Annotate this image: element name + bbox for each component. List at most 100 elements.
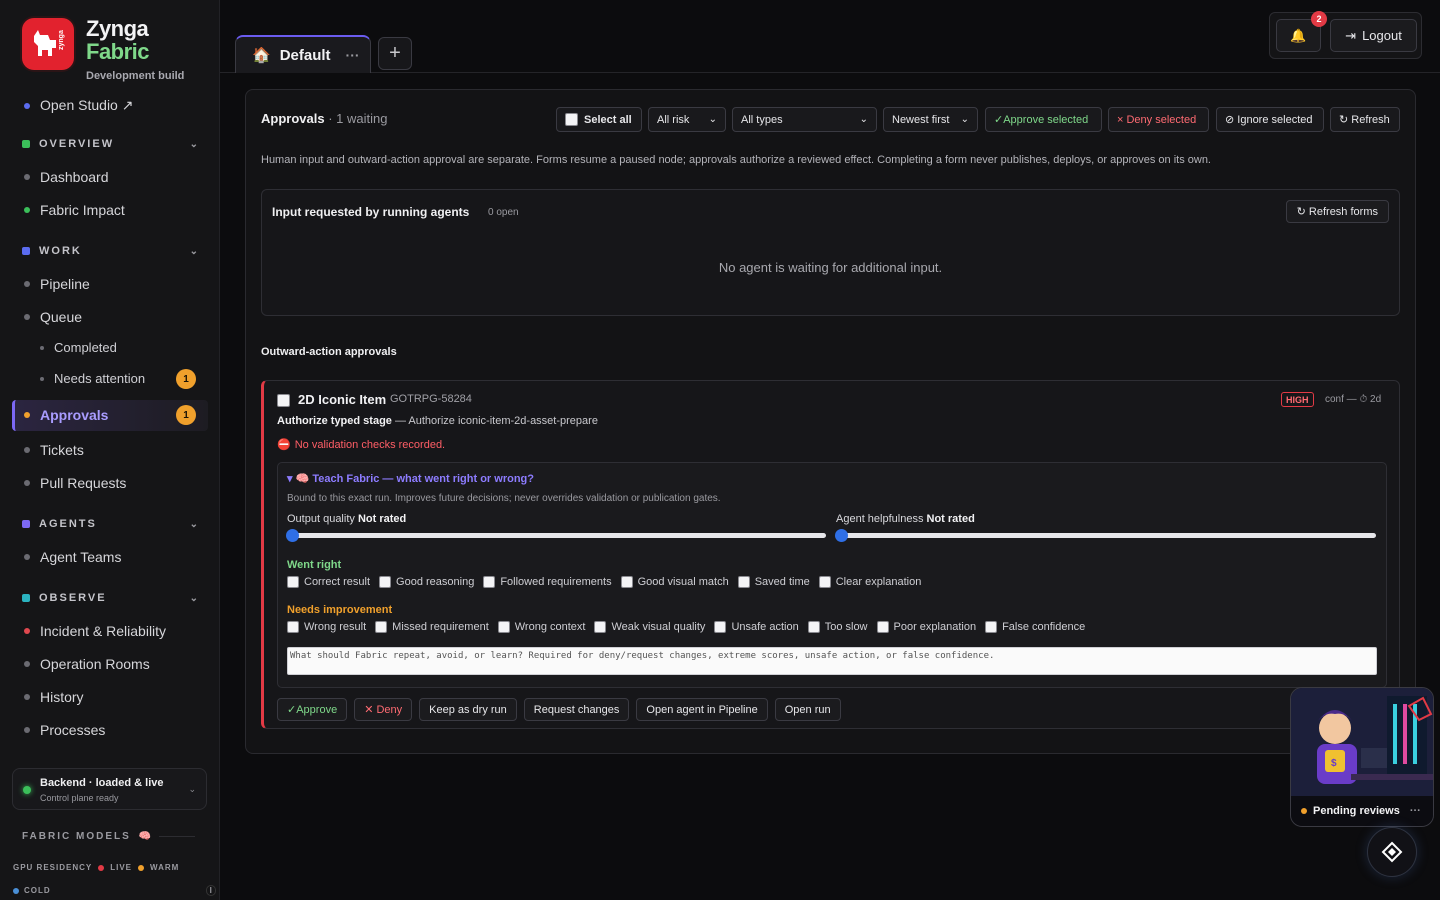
add-tab-button[interactable]: + [378, 37, 412, 70]
open-pipeline-button[interactable]: Open agent in Pipeline [636, 698, 768, 721]
sidebar-item-agent-teams[interactable]: Agent Teams [24, 549, 121, 565]
needs-improvement-option[interactable]: Unsafe action [714, 621, 799, 633]
sidebar-item-needs-attention[interactable]: Needs attention [40, 371, 145, 386]
checkbox-icon[interactable] [483, 576, 496, 588]
sidebar-item-queue[interactable]: Queue [24, 309, 82, 325]
checkbox-icon[interactable] [985, 621, 998, 633]
teach-fabric-description: Bound to this exact run. Improves future… [287, 493, 721, 504]
needs-improvement-option[interactable]: Missed requirement [375, 621, 489, 633]
sidebar-item-label: Operation Rooms [40, 656, 150, 672]
helpfulness-text: Agent helpfulness [836, 513, 924, 525]
svg-text:zynga: zynga [58, 30, 65, 50]
deny-button[interactable]: ✕ Deny [354, 698, 413, 721]
section-agents[interactable]: AGENTS ⌄ [22, 518, 198, 530]
approval-actions: ✓Approve ✕ Deny Keep as dry run Request … [277, 698, 841, 721]
went-right-option[interactable]: Good visual match [620, 576, 729, 588]
sidebar-item-processes[interactable]: Processes [24, 722, 105, 738]
sidebar-item-incident[interactable]: Incident & Reliability [24, 623, 166, 639]
sidebar-item-approvals[interactable]: Approvals [24, 407, 108, 423]
checkbox-icon[interactable] [287, 576, 299, 588]
went-right-option[interactable]: Correct result [287, 576, 370, 588]
chevron-down-icon: ⌄ [189, 592, 198, 604]
backend-status[interactable]: Backend · loaded & live Control plane re… [12, 768, 207, 810]
went-right-option[interactable]: Good reasoning [379, 576, 474, 588]
checkbox-icon[interactable] [594, 621, 607, 633]
sidebar-item-operation-rooms[interactable]: Operation Rooms [24, 656, 150, 672]
teach-fabric-toggle[interactable]: ▾ 🧠 Teach Fabric — what went right or wr… [287, 472, 534, 485]
went-right-options: Correct result Good reasoning Followed r… [287, 576, 930, 588]
checkbox-icon[interactable] [714, 621, 727, 633]
went-right-option[interactable]: Saved time [737, 576, 810, 588]
refresh-button[interactable]: ↻ Refresh [1330, 107, 1400, 132]
type-filter-select[interactable]: All types ⌄ [732, 107, 877, 132]
deny-selected-button[interactable]: × Deny selected [1108, 107, 1209, 132]
select-all-checkbox[interactable]: Select all [556, 107, 642, 132]
checkbox-icon[interactable] [620, 576, 633, 588]
sidebar-item-pull-requests[interactable]: Pull Requests [24, 475, 126, 491]
sidebar-item-tickets[interactable]: Tickets [24, 442, 84, 458]
checkbox-icon[interactable] [497, 621, 510, 633]
ticket-id[interactable]: GOTRPG-58284 [390, 393, 472, 405]
sidebar-item-history[interactable]: History [24, 689, 84, 705]
brand[interactable]: zynga Zynga Fabric Development build [22, 18, 184, 82]
needs-improvement-option[interactable]: Wrong result [287, 621, 366, 633]
assistant-button[interactable] [1367, 827, 1417, 877]
cold-label: COLD [24, 886, 51, 895]
went-right-option[interactable]: Followed requirements [483, 576, 612, 588]
section-observe[interactable]: OBSERVE ⌄ [22, 592, 198, 604]
open-run-button[interactable]: Open run [774, 698, 841, 721]
section-label: OVERVIEW [39, 138, 115, 150]
more-icon[interactable]: ··· [1410, 805, 1421, 817]
helpfulness-slider[interactable] [835, 529, 1376, 542]
checkbox-icon[interactable] [876, 621, 889, 633]
needs-improvement-option[interactable]: False confidence [985, 621, 1085, 633]
sidebar-item-completed[interactable]: Completed [40, 340, 117, 355]
needs-improvement-option[interactable]: Poor explanation [876, 621, 976, 633]
ignore-selected-button[interactable]: ⊘ Ignore selected [1216, 107, 1324, 132]
risk-filter-select[interactable]: All risk ⌄ [648, 107, 726, 132]
approve-button[interactable]: ✓Approve [277, 698, 348, 721]
sidebar-item-label: History [40, 689, 84, 705]
section-label: WORK [39, 245, 82, 257]
checkbox-icon[interactable] [818, 576, 831, 588]
pending-reviews-card[interactable]: $ Pending reviews ··· [1290, 687, 1434, 827]
refresh-forms-button[interactable]: ↻ Refresh forms [1285, 200, 1389, 223]
approve-selected-button[interactable]: ✓Approve selected [985, 107, 1102, 132]
checkbox-icon[interactable] [287, 621, 299, 633]
section-work[interactable]: WORK ⌄ [22, 245, 198, 257]
tab-more-button[interactable]: ··· [346, 47, 360, 63]
checkbox-icon[interactable] [379, 576, 392, 588]
sort-select[interactable]: Newest first ⌄ [883, 107, 978, 132]
tab-default[interactable]: 🏠 Default ··· [235, 35, 371, 73]
output-quality-slider[interactable] [286, 529, 826, 542]
sidebar-item-pipeline[interactable]: Pipeline [24, 276, 90, 292]
checkbox-icon[interactable] [737, 576, 750, 588]
helpfulness-label: Agent helpfulness Not rated [836, 513, 975, 525]
needs-improvement-option[interactable]: Wrong context [497, 621, 585, 633]
slider-thumb[interactable] [835, 529, 848, 542]
fabric-models-header[interactable]: FABRIC MODELS 🧠 [22, 831, 196, 842]
checkbox-icon[interactable] [375, 621, 388, 633]
dry-run-button[interactable]: Keep as dry run [419, 698, 517, 721]
request-changes-button[interactable]: Request changes [523, 698, 630, 721]
approvals-badge: 1 [176, 405, 196, 425]
cold-legend: COLD I [13, 885, 216, 896]
needs-improvement-option[interactable]: Too slow [807, 621, 868, 633]
logout-button[interactable]: ⇥ Logout [1330, 19, 1417, 52]
sidebar-item-fabric-impact[interactable]: Fabric Impact [24, 202, 125, 218]
sidebar-item-label: Incident & Reliability [40, 623, 167, 639]
section-overview[interactable]: OVERVIEW ⌄ [22, 138, 198, 150]
checkbox-icon[interactable] [807, 621, 820, 633]
feedback-textarea[interactable]: What should Fabric repeat, avoid, or lea… [287, 647, 1377, 675]
cold-dot-icon [13, 887, 19, 894]
approval-checkbox[interactable] [277, 394, 290, 407]
warm-label: WARM [150, 863, 180, 872]
notifications-badge: 2 [1311, 11, 1327, 27]
top-bar: 🏠 Default ··· + 🔔 2 ⇥ Logout [220, 0, 1440, 73]
slider-thumb[interactable] [286, 529, 299, 542]
needs-improvement-option[interactable]: Weak visual quality [594, 621, 705, 633]
open-studio-link[interactable]: Open Studio ↗ [24, 97, 133, 114]
status-dot-icon [1301, 808, 1307, 814]
went-right-option[interactable]: Clear explanation [818, 576, 921, 588]
sidebar-item-dashboard[interactable]: Dashboard [24, 169, 109, 185]
